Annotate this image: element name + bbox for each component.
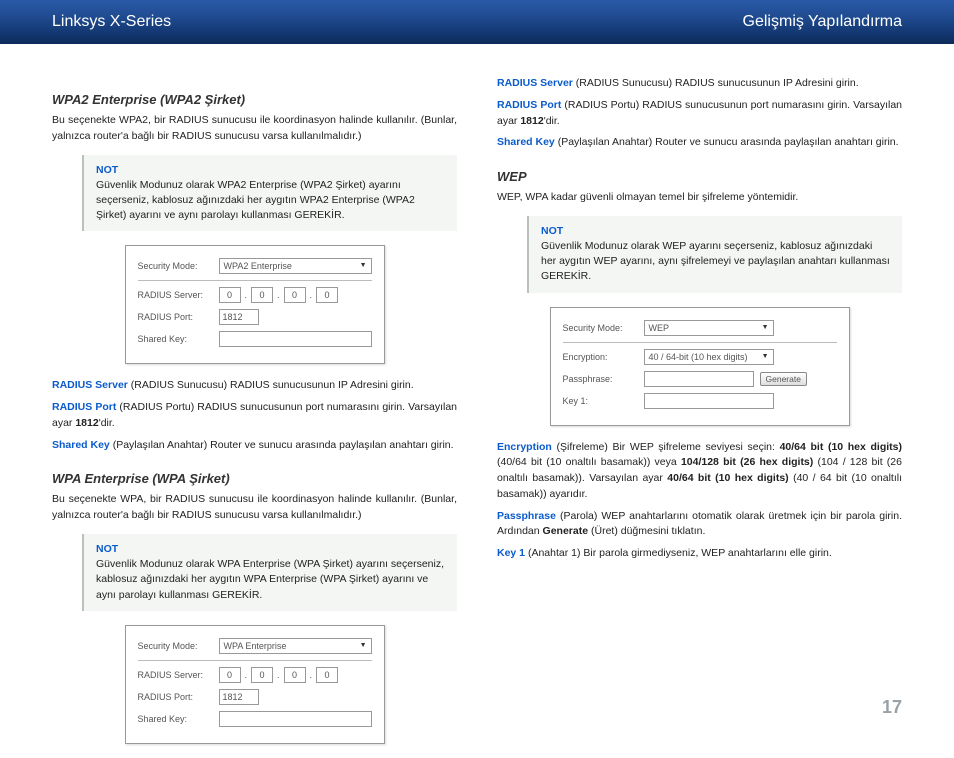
shared-key-input[interactable]	[219, 331, 372, 347]
generate-button[interactable]: Generate	[760, 372, 807, 386]
wep-note: NOT Güvenlik Modunuz olarak WEP ayarını …	[527, 216, 902, 293]
page-number: 17	[882, 697, 902, 718]
note-label: NOT	[96, 543, 118, 555]
fig-label-enc: Encryption:	[563, 352, 638, 362]
security-mode-select[interactable]: WPA2 Enterprise	[219, 258, 372, 274]
fig-label-rport: RADIUS Port:	[138, 312, 213, 322]
radius-server-ip[interactable]: 0. 0. 0. 0	[219, 667, 339, 683]
fig-label-skey: Shared Key:	[138, 714, 213, 724]
security-mode-select[interactable]: WPA Enterprise	[219, 638, 372, 654]
page-content: WPA2 Enterprise (WPA2 Şirket) Bu seçenek…	[0, 44, 954, 758]
fig-label-pass: Passphrase:	[563, 374, 638, 384]
wpa2e-body: Bu seçenekte WPA2, bir RADIUS sunucusu i…	[52, 113, 457, 145]
fig-label-rport: RADIUS Port:	[138, 692, 213, 702]
rport-desc-r: RADIUS Port (RADIUS Portu) RADIUS sunucu…	[497, 98, 902, 130]
note-label: NOT	[541, 225, 563, 237]
wpae-body: Bu seçenekte WPA, bir RADIUS sunucusu il…	[52, 492, 457, 524]
skey-desc: Shared Key (Paylaşılan Anahtar) Router v…	[52, 438, 457, 454]
rserver-desc-r: RADIUS Server (RADIUS Sunucusu) RADIUS s…	[497, 76, 902, 92]
wpa2e-note: NOT Güvenlik Modunuz olarak WPA2 Enterpr…	[82, 155, 457, 232]
fig-label-skey: Shared Key:	[138, 334, 213, 344]
key1-desc: Key 1 (Anahtar 1) Bir parola girmediysen…	[497, 546, 902, 562]
fig-wpa-enterprise: Security Mode: WPA Enterprise RADIUS Ser…	[125, 625, 385, 744]
wep-title: WEP	[497, 169, 902, 184]
page-header: Linksys X-Series Gelişmiş Yapılandırma	[0, 0, 954, 44]
right-column: RADIUS Server (RADIUS Sunucusu) RADIUS s…	[497, 74, 902, 758]
radius-port-input[interactable]: 1812	[219, 689, 259, 705]
skey-desc-r: Shared Key (Paylaşılan Anahtar) Router v…	[497, 135, 902, 151]
wpae-note: NOT Güvenlik Modunuz olarak WPA Enterpri…	[82, 534, 457, 611]
fig-label-secmode: Security Mode:	[138, 641, 213, 651]
wep-body: WEP, WPA kadar güvenli olmayan temel bir…	[497, 190, 902, 206]
radius-port-input[interactable]: 1812	[219, 309, 259, 325]
fig-label-secmode: Security Mode:	[138, 261, 213, 271]
encryption-desc: Encryption (Şifreleme) Bir WEP şifreleme…	[497, 440, 902, 503]
passphrase-input[interactable]	[644, 371, 754, 387]
fig-label-secmode: Security Mode:	[563, 323, 638, 333]
fig-label-rserver: RADIUS Server:	[138, 670, 213, 680]
left-column: WPA2 Enterprise (WPA2 Şirket) Bu seçenek…	[52, 74, 457, 758]
note-text: Güvenlik Modunuz olarak WEP ayarını seçe…	[541, 240, 890, 282]
fig-wpa2-enterprise: Security Mode: WPA2 Enterprise RADIUS Se…	[125, 245, 385, 364]
key1-input[interactable]	[644, 393, 774, 409]
fig-label-rserver: RADIUS Server:	[138, 290, 213, 300]
header-left: Linksys X-Series	[52, 13, 171, 31]
note-text: Güvenlik Modunuz olarak WPA2 Enterprise …	[96, 179, 415, 221]
fig-label-key1: Key 1:	[563, 396, 638, 406]
passphrase-desc: Passphrase (Parola) WEP anahtarlarını ot…	[497, 509, 902, 541]
wpa2e-title: WPA2 Enterprise (WPA2 Şirket)	[52, 92, 457, 107]
security-mode-select[interactable]: WEP	[644, 320, 774, 336]
note-label: NOT	[96, 164, 118, 176]
shared-key-input[interactable]	[219, 711, 372, 727]
header-right: Gelişmiş Yapılandırma	[743, 13, 902, 31]
rport-desc: RADIUS Port (RADIUS Portu) RADIUS sunucu…	[52, 400, 457, 432]
rserver-desc: RADIUS Server (RADIUS Sunucusu) RADIUS s…	[52, 378, 457, 394]
wpae-title: WPA Enterprise (WPA Şirket)	[52, 471, 457, 486]
note-text: Güvenlik Modunuz olarak WPA Enterprise (…	[96, 558, 444, 600]
fig-wep: Security Mode: WEP Encryption: 40 / 64-b…	[550, 307, 850, 426]
radius-server-ip[interactable]: 0. 0. 0. 0	[219, 287, 339, 303]
encryption-select[interactable]: 40 / 64-bit (10 hex digits)	[644, 349, 774, 365]
